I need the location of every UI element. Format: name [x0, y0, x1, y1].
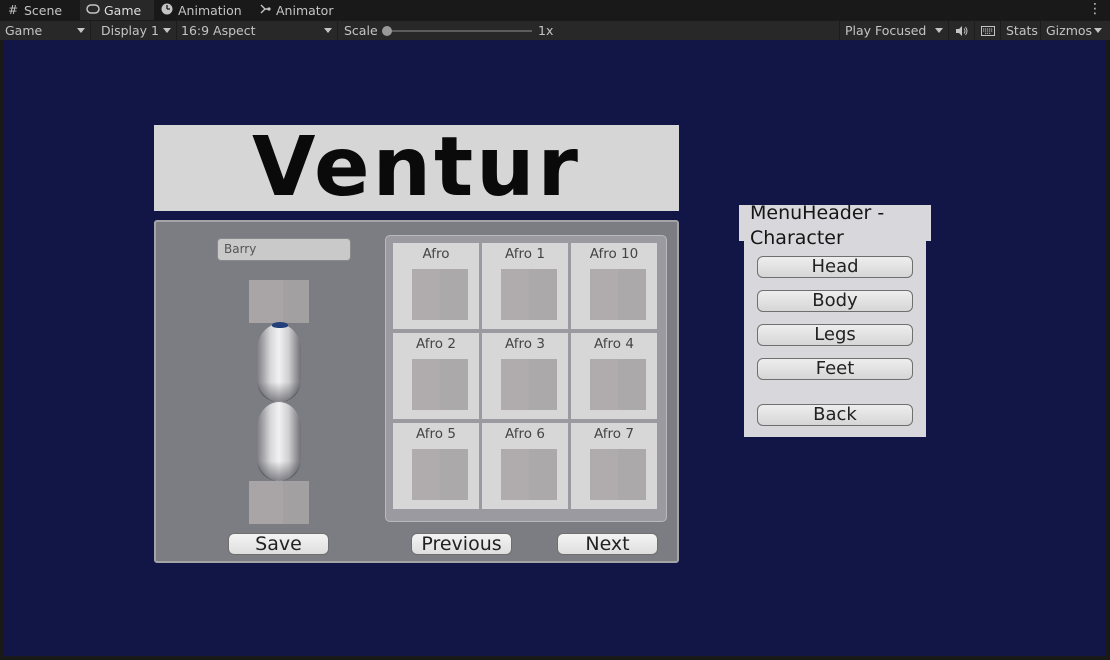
tab-bar: # Scene Game Animation Animator ⋮ — [0, 0, 1110, 20]
view-select[interactable]: Game — [0, 21, 91, 40]
gamepad-icon — [86, 3, 100, 17]
unity-editor: # Scene Game Animation Animator ⋮ Game D… — [0, 0, 1110, 660]
stats-button[interactable]: Stats — [1001, 21, 1041, 40]
hair-option-label: Afro 10 — [589, 246, 639, 262]
tab-animation[interactable]: Animation — [160, 0, 254, 20]
character-body-upper — [257, 324, 301, 402]
hair-option[interactable]: Afro 1 — [482, 243, 568, 329]
head-preview-slot — [249, 280, 309, 323]
hair-option-label: Afro 5 — [416, 426, 456, 442]
hair-thumbnail — [501, 449, 557, 500]
clock-icon — [160, 3, 174, 17]
display-select[interactable]: Display 1 — [96, 21, 177, 40]
hair-option[interactable]: Afro 2 — [393, 333, 479, 419]
save-button[interactable]: Save — [228, 533, 329, 555]
display-select-value: Display 1 — [101, 23, 160, 38]
gizmos-label: Gizmos — [1046, 23, 1093, 38]
hair-preview — [272, 322, 288, 328]
hair-option-label: Afro 1 — [505, 246, 545, 262]
hair-option-label: Afro 3 — [505, 336, 545, 352]
grid-icon: # — [7, 3, 19, 17]
game-toolbar: Game Display 1 16:9 Aspect Scale 1x Play… — [0, 20, 1110, 40]
menu-header: MenuHeader - Character — [739, 202, 931, 249]
speaker-icon — [956, 25, 968, 36]
hair-thumbnail — [412, 269, 468, 320]
hair-option[interactable]: Afro 4 — [571, 333, 657, 419]
hair-option[interactable]: Afro 3 — [482, 333, 568, 419]
menu-back-button[interactable]: Back — [757, 404, 913, 426]
menu-head-button[interactable]: Head — [757, 256, 913, 278]
play-mode-value: Play Focused — [845, 23, 927, 38]
character-name-input[interactable]: Barry — [217, 238, 351, 261]
aspect-select[interactable]: 16:9 Aspect — [176, 21, 338, 40]
stats-label: Stats — [1006, 23, 1038, 38]
tab-label: Scene — [24, 2, 63, 18]
gizmos-select[interactable]: Gizmos — [1041, 21, 1107, 40]
game-title: Ventur — [252, 120, 581, 215]
hair-thumbnail — [412, 449, 468, 500]
previous-button[interactable]: Previous — [411, 533, 512, 555]
menu-body-button[interactable]: Body — [757, 290, 913, 312]
scale-value-text: 1x — [538, 23, 554, 38]
keyboard-icon — [981, 25, 995, 36]
animator-icon — [258, 3, 272, 17]
hair-option-label: Afro 2 — [416, 336, 456, 352]
hair-option[interactable]: Afro — [393, 243, 479, 329]
hair-thumbnail — [590, 269, 646, 320]
tab-animator[interactable]: Animator — [258, 0, 348, 20]
feet-preview-slot — [249, 481, 309, 524]
title-banner: Ventur — [154, 125, 679, 211]
hair-option-label: Afro — [422, 246, 450, 262]
character-body-lower — [257, 402, 301, 481]
more-options-icon[interactable]: ⋮ — [1088, 0, 1102, 20]
keyboard-shortcuts-button[interactable] — [975, 21, 1001, 40]
chevron-down-icon — [163, 28, 171, 33]
tab-game[interactable]: Game — [80, 0, 154, 20]
hair-option[interactable]: Afro 5 — [393, 423, 479, 509]
chevron-down-icon — [1094, 28, 1102, 33]
play-mode-select[interactable]: Play Focused — [839, 21, 949, 40]
hair-thumbnail — [501, 269, 557, 320]
scale-label: Scale — [344, 23, 378, 38]
scale-slider-handle[interactable] — [382, 26, 392, 36]
hair-option[interactable]: Afro 6 — [482, 423, 568, 509]
menu-legs-button[interactable]: Legs — [757, 324, 913, 346]
view-select-value: Game — [5, 23, 43, 38]
chevron-down-icon — [935, 28, 943, 33]
hair-option-label: Afro 7 — [594, 426, 634, 442]
chevron-down-icon — [77, 28, 85, 33]
hair-thumbnail — [501, 359, 557, 410]
chevron-down-icon — [324, 28, 332, 33]
hair-thumbnail — [590, 359, 646, 410]
menu-feet-button[interactable]: Feet — [757, 358, 913, 380]
tab-label: Animation — [178, 2, 242, 18]
scale-slider-track[interactable] — [386, 30, 532, 32]
hair-thumbnail — [590, 449, 646, 500]
tab-label: Animator — [276, 2, 334, 18]
hair-option-label: Afro 4 — [594, 336, 634, 352]
next-button[interactable]: Next — [557, 533, 658, 555]
scale-value: 1x — [533, 21, 593, 40]
hair-option[interactable]: Afro 10 — [571, 243, 657, 329]
hair-option-label: Afro 6 — [505, 426, 545, 442]
tab-label: Game — [104, 2, 142, 18]
aspect-select-value: 16:9 Aspect — [181, 23, 256, 38]
mute-audio-button[interactable] — [949, 21, 975, 40]
menu-header-text: MenuHeader - Character — [750, 202, 885, 249]
hair-thumbnail — [412, 359, 468, 410]
tab-scene[interactable]: # Scene — [6, 0, 80, 20]
hair-option[interactable]: Afro 7 — [571, 423, 657, 509]
